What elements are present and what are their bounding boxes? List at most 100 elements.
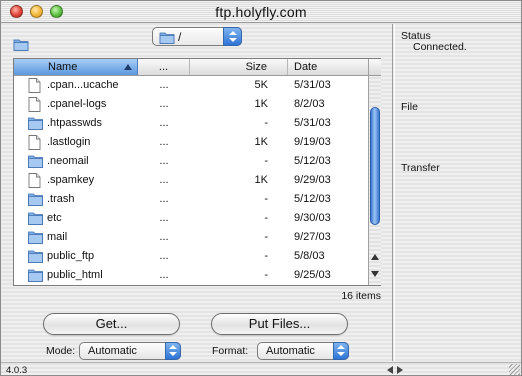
get-button[interactable]: Get... — [43, 313, 180, 335]
file-icon — [28, 173, 41, 191]
list-row[interactable]: etc ... - 9/30/03 — [14, 209, 368, 228]
popup-stepper-icon — [223, 27, 242, 46]
row-dots: ... — [159, 250, 169, 262]
row-dots: ... — [159, 155, 169, 167]
version-label: 4.0.3 — [6, 365, 28, 376]
bottom-separator — [1, 362, 521, 363]
row-date: 5/31/03 — [294, 79, 331, 91]
row-dots: ... — [159, 98, 169, 110]
popup-stepper-icon — [333, 342, 349, 360]
row-size: - — [264, 193, 268, 205]
parent-folder-icon[interactable] — [13, 38, 29, 54]
format-select[interactable]: Automatic — [257, 342, 349, 360]
row-name: mail — [47, 231, 68, 243]
list-row[interactable]: public_html ... - 9/25/03 — [14, 266, 368, 285]
row-name: public_html — [47, 269, 103, 281]
row-dots: ... — [159, 212, 169, 224]
put-files-button[interactable]: Put Files... — [211, 313, 348, 335]
ftp-window: ftp.holyfly.com / Name ... Size Date .cp… — [0, 0, 522, 376]
row-size: - — [264, 155, 268, 167]
row-size: 1K — [254, 174, 268, 186]
mode-select[interactable]: Automatic — [79, 342, 181, 360]
row-size: - — [264, 269, 268, 281]
row-dots: ... — [159, 231, 169, 243]
panel-divider-highlight — [394, 24, 395, 361]
column-header-name-label: Name — [48, 61, 78, 73]
panel-divider[interactable] — [392, 24, 393, 361]
row-size: 1K — [254, 98, 268, 110]
transfer-label: Transfer — [401, 162, 440, 174]
scroll-up-arrow-icon[interactable] — [371, 254, 379, 260]
list-row[interactable]: .cpanel-logs ... 1K 8/2/03 — [14, 95, 368, 114]
folder-icon — [28, 268, 43, 285]
file-label: File — [401, 101, 418, 113]
row-date: 9/25/03 — [294, 269, 331, 281]
mode-value: Automatic — [88, 345, 137, 357]
row-dots: ... — [159, 79, 169, 91]
row-dots: ... — [159, 136, 169, 148]
row-date: 8/2/03 — [294, 98, 325, 110]
column-header-name[interactable]: Name — [14, 59, 138, 75]
row-name: .cpan...ucache — [47, 79, 119, 91]
file-icon — [28, 78, 41, 96]
row-size: - — [264, 231, 268, 243]
list-row[interactable]: .cpan...ucache ... 5K 5/31/03 — [14, 76, 368, 95]
item-count: 16 items — [341, 290, 381, 302]
folder-icon — [28, 230, 43, 247]
column-header-size[interactable]: Size — [190, 59, 288, 75]
format-label: Format: — [212, 345, 249, 357]
row-dots: ... — [159, 269, 169, 281]
scrollbar-thumb[interactable] — [370, 107, 380, 225]
row-name: .trash — [47, 193, 75, 205]
list-row[interactable]: .trash ... - 5/12/03 — [14, 190, 368, 209]
row-name: etc — [47, 212, 62, 224]
scrollbar-corner — [369, 59, 381, 76]
expand-right-arrow-icon[interactable] — [397, 366, 403, 374]
window-title: ftp.holyfly.com — [215, 4, 307, 20]
row-size: - — [264, 250, 268, 262]
status-value: Connected. — [413, 41, 467, 53]
title-bar[interactable]: ftp.holyfly.com — [1, 1, 521, 23]
row-date: 5/8/03 — [294, 250, 325, 262]
row-name: .htpasswds — [47, 117, 103, 129]
path-text: / — [178, 30, 182, 44]
scroll-down-arrow-icon[interactable] — [371, 271, 379, 277]
row-name: .cpanel-logs — [47, 98, 107, 110]
popup-stepper-icon — [165, 342, 181, 360]
row-size: 1K — [254, 136, 268, 148]
vertical-scrollbar[interactable] — [368, 59, 381, 285]
file-list[interactable]: Name ... Size Date .cpan...ucache ... 5K… — [13, 58, 381, 286]
row-date: 5/12/03 — [294, 193, 331, 205]
format-value: Automatic — [266, 345, 315, 357]
path-popup[interactable]: / — [152, 27, 242, 46]
row-name: .neomail — [47, 155, 89, 167]
row-date: 5/31/03 — [294, 117, 331, 129]
sort-ascending-icon — [124, 64, 132, 70]
row-size: - — [264, 117, 268, 129]
folder-icon — [159, 31, 175, 47]
file-icon — [28, 97, 41, 115]
row-name: .spamkey — [47, 174, 95, 186]
column-header-date[interactable]: Date — [288, 59, 368, 75]
list-row[interactable]: .neomail ... - 5/12/03 — [14, 152, 368, 171]
list-row[interactable]: mail ... - 9/27/03 — [14, 228, 368, 247]
row-size: - — [264, 212, 268, 224]
column-header-more[interactable]: ... — [138, 59, 190, 75]
row-dots: ... — [159, 174, 169, 186]
resize-grip-icon[interactable] — [509, 364, 520, 375]
row-dots: ... — [159, 117, 169, 129]
file-icon — [28, 135, 41, 153]
collapse-left-arrow-icon[interactable] — [387, 366, 393, 374]
list-row[interactable]: public_ftp ... - 5/8/03 — [14, 247, 368, 266]
row-name: .lastlogin — [47, 136, 91, 148]
folder-icon — [28, 116, 43, 133]
list-row[interactable]: .htpasswds ... - 5/31/03 — [14, 114, 368, 133]
folder-icon — [28, 249, 43, 266]
folder-icon — [28, 192, 43, 209]
folder-icon — [28, 211, 43, 228]
list-row[interactable]: .spamkey ... 1K 9/29/03 — [14, 171, 368, 190]
list-header: Name ... Size Date — [14, 59, 368, 76]
row-name: public_ftp — [47, 250, 95, 262]
list-row[interactable]: .lastlogin ... 1K 9/19/03 — [14, 133, 368, 152]
row-size: 5K — [254, 79, 268, 91]
